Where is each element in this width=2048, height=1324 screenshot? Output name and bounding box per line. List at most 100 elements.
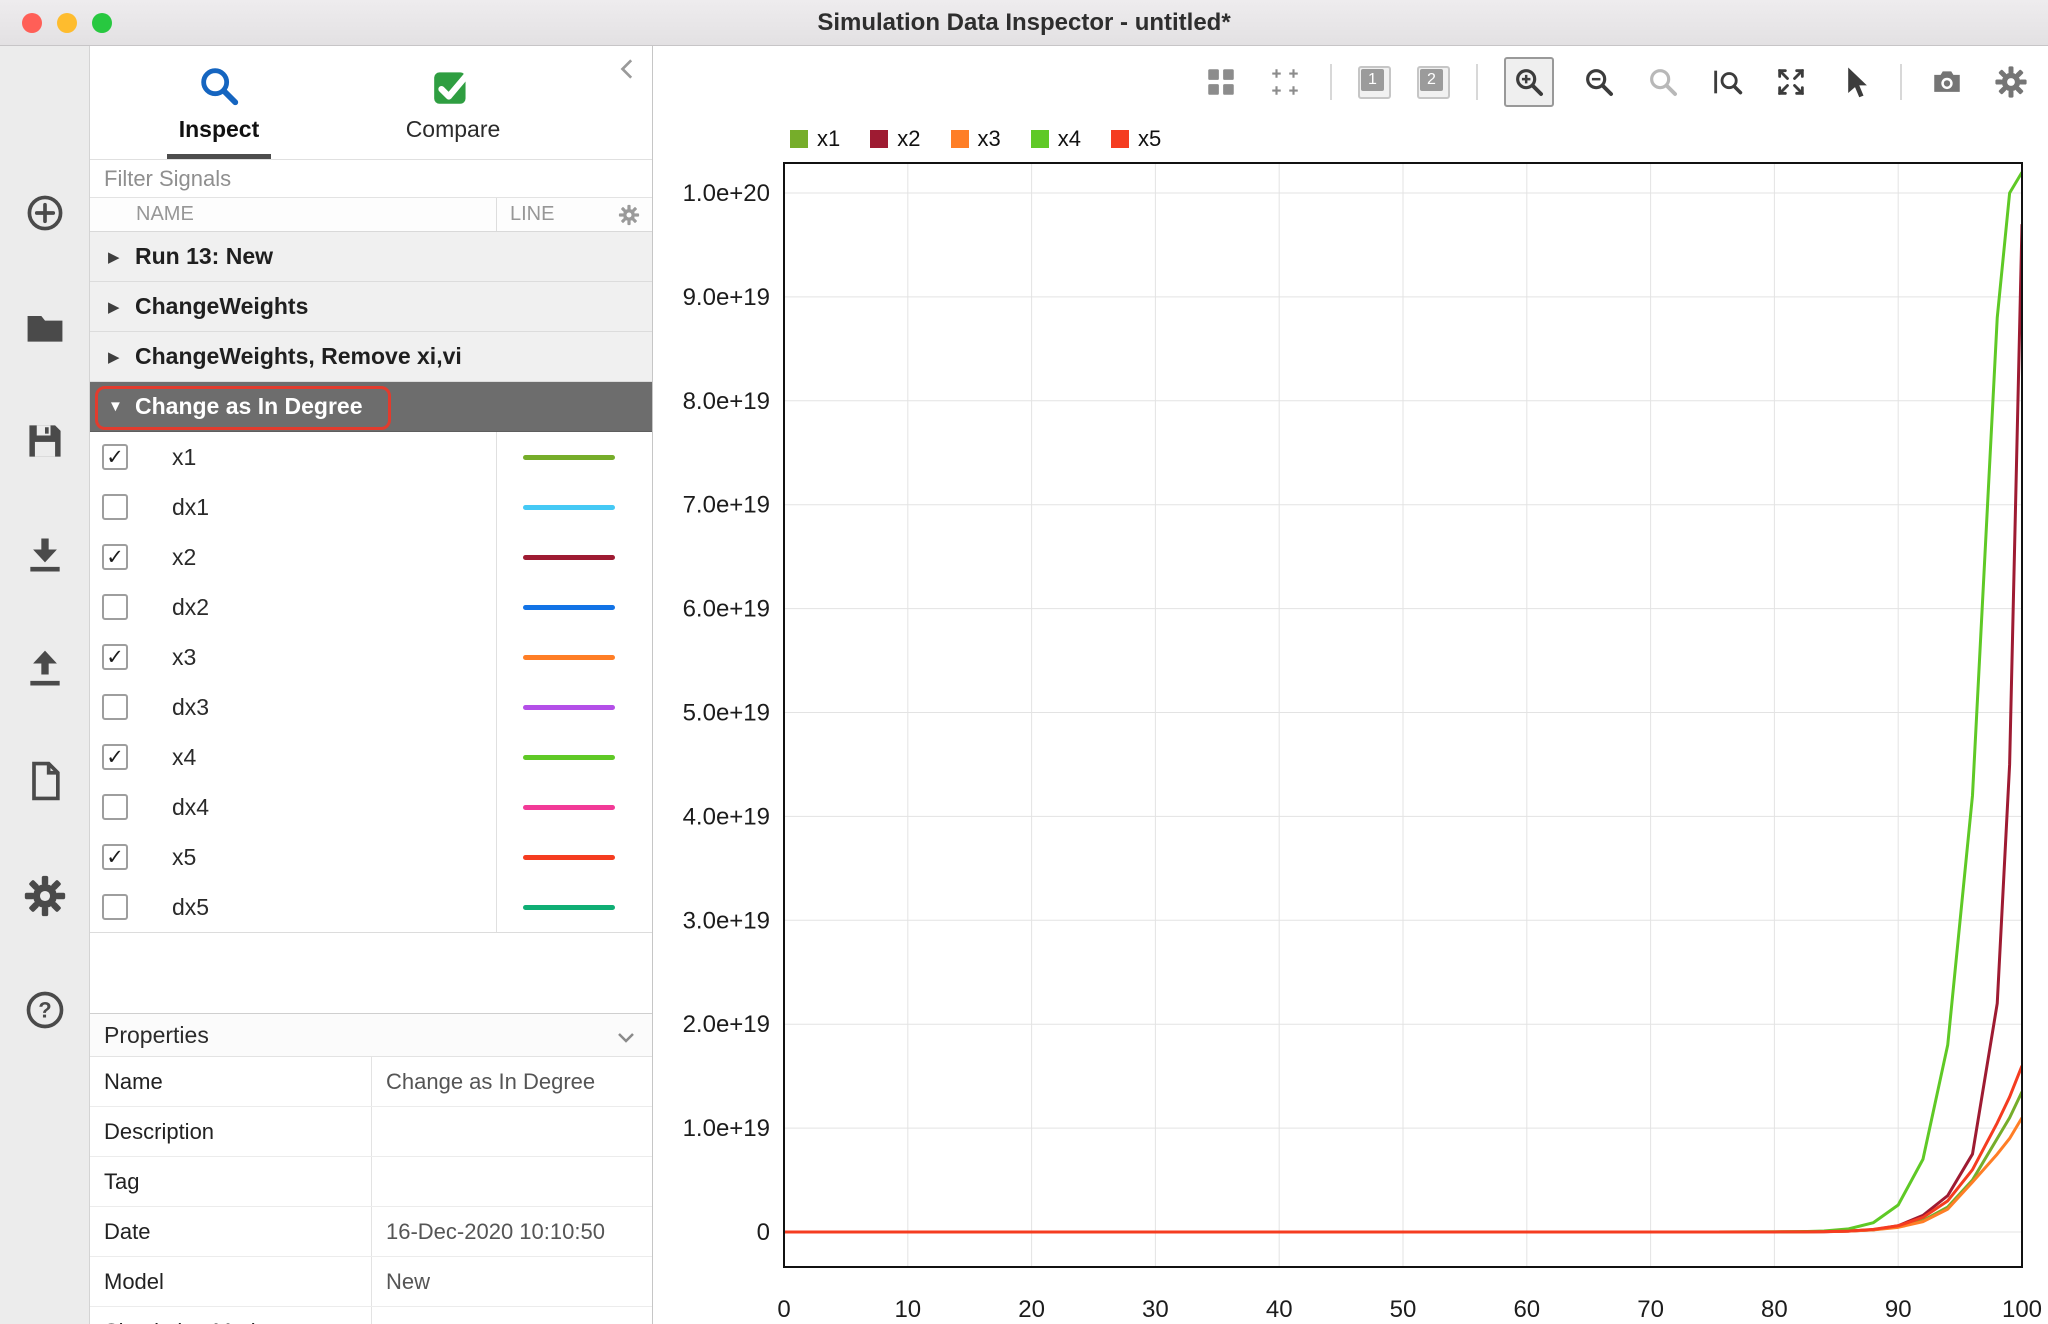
- view-1-button[interactable]: 1: [1358, 65, 1391, 99]
- help-button[interactable]: ?: [23, 988, 67, 1032]
- signal-row[interactable]: dx4: [90, 782, 652, 832]
- save-button[interactable]: [23, 419, 67, 463]
- pan-button[interactable]: [1644, 63, 1682, 101]
- signal-line-swatch[interactable]: [523, 554, 615, 560]
- collapse-sidebar-button[interactable]: [616, 56, 642, 82]
- filter-signals-input[interactable]: [90, 160, 652, 197]
- property-value[interactable]: [372, 1307, 652, 1324]
- zoom-in-magnifier-icon: [1516, 69, 1543, 96]
- open-button[interactable]: [23, 305, 67, 349]
- subplot-layout-button[interactable]: [1202, 63, 1240, 101]
- expander-collapsed-icon[interactable]: ▶: [108, 348, 124, 366]
- run-group-label: Run 13: New: [135, 243, 274, 269]
- signal-checkbox[interactable]: ✓: [102, 844, 128, 870]
- zoom-y-button[interactable]: [1708, 63, 1746, 101]
- property-value[interactable]: Change as In Degree: [372, 1057, 652, 1106]
- property-value[interactable]: [372, 1107, 652, 1156]
- signal-checkbox[interactable]: [102, 494, 128, 520]
- signal-row[interactable]: ✓ x2: [90, 532, 652, 582]
- signal-checkbox[interactable]: [102, 594, 128, 620]
- property-value[interactable]: New: [372, 1257, 652, 1306]
- signal-row[interactable]: ✓ x1: [90, 432, 652, 482]
- snapshot-button[interactable]: [1928, 63, 1966, 101]
- property-value[interactable]: [372, 1157, 652, 1206]
- minimize-button[interactable]: [57, 13, 77, 33]
- close-button[interactable]: [22, 13, 42, 33]
- preferences-button[interactable]: [23, 874, 67, 918]
- signal-line-column: [496, 532, 652, 582]
- expander-collapsed-icon[interactable]: ▶: [108, 298, 124, 316]
- custom-layout-button[interactable]: [1266, 63, 1304, 101]
- signal-checkbox[interactable]: [102, 794, 128, 820]
- grid-2x2-icon: [1208, 69, 1234, 95]
- run-group-row[interactable]: ▶ ChangeWeights: [90, 282, 652, 332]
- signal-row[interactable]: dx1: [90, 482, 652, 532]
- svg-text:7.0e+19: 7.0e+19: [683, 492, 770, 519]
- signal-line-swatch[interactable]: [523, 704, 615, 710]
- zoom-out-button[interactable]: [1580, 63, 1618, 101]
- signal-checkbox[interactable]: [102, 694, 128, 720]
- legend-item[interactable]: x3: [950, 126, 1001, 152]
- signal-line-swatch[interactable]: [523, 604, 615, 610]
- property-label: Tag: [90, 1157, 372, 1206]
- export-button[interactable]: [23, 647, 67, 691]
- legend-item[interactable]: x4: [1030, 126, 1081, 152]
- column-name-header[interactable]: NAME: [90, 203, 194, 226]
- signal-line-swatch[interactable]: [523, 654, 615, 660]
- plot-canvas[interactable]: 0 10 20 30 40 50 60 70 80 90 100 0 1.0e+19 2.0e+19 3.0…: [653, 46, 2048, 1324]
- add-run-button[interactable]: [23, 191, 67, 235]
- signal-row[interactable]: dx2: [90, 582, 652, 632]
- view-2-button[interactable]: 2: [1417, 65, 1450, 99]
- svg-text:70: 70: [1637, 1296, 1664, 1323]
- signal-row[interactable]: ✓ x3: [90, 632, 652, 682]
- property-value[interactable]: 16-Dec-2020 10:10:50: [372, 1207, 652, 1256]
- signal-row[interactable]: dx3: [90, 682, 652, 732]
- zoom-in-button[interactable]: [1510, 63, 1548, 101]
- properties-header[interactable]: Properties: [90, 1013, 652, 1057]
- svg-text:?: ?: [38, 997, 51, 1022]
- signal-line-swatch[interactable]: [523, 504, 615, 510]
- svg-text:90: 90: [1885, 1296, 1912, 1323]
- chevron-down-icon[interactable]: [614, 1025, 638, 1049]
- sparse-grid-icon: [1272, 69, 1298, 95]
- signal-line-swatch[interactable]: [523, 454, 615, 460]
- legend-item[interactable]: x2: [870, 126, 921, 152]
- signal-line-swatch[interactable]: [523, 904, 615, 910]
- expander-collapsed-icon[interactable]: ▶: [108, 248, 124, 266]
- signal-checkbox[interactable]: ✓: [102, 544, 128, 570]
- expander-expanded-icon[interactable]: ▼: [108, 398, 124, 415]
- run-group-row[interactable]: ▶ Run 13: New: [90, 232, 652, 282]
- signal-row[interactable]: dx5: [90, 882, 652, 932]
- signal-line-swatch[interactable]: [523, 804, 615, 810]
- signal-checkbox[interactable]: ✓: [102, 744, 128, 770]
- svg-text:9.0e+19: 9.0e+19: [683, 284, 770, 311]
- signal-line-swatch[interactable]: [523, 854, 615, 860]
- legend-color-swatch: [950, 130, 969, 148]
- tab-compare[interactable]: Compare: [348, 46, 558, 159]
- svg-text:10: 10: [894, 1296, 921, 1323]
- signal-checkbox[interactable]: ✓: [102, 444, 128, 470]
- property-label: Simulation Mode: [90, 1307, 372, 1324]
- legend-item[interactable]: x1: [790, 126, 840, 152]
- fit-to-view-button[interactable]: [1772, 63, 1810, 101]
- run-group-row[interactable]: ▶ ChangeWeights, Remove xi,vi: [90, 332, 652, 382]
- signal-line-swatch[interactable]: [523, 754, 615, 760]
- window-title: Simulation Data Inspector - untitled*: [817, 8, 1231, 36]
- import-button[interactable]: [23, 533, 67, 577]
- signal-checkbox[interactable]: [102, 894, 128, 920]
- signal-row[interactable]: ✓ x5: [90, 832, 652, 882]
- column-settings-gear-icon[interactable]: [618, 204, 640, 226]
- signal-checkbox[interactable]: ✓: [102, 644, 128, 670]
- legend-item[interactable]: x5: [1111, 126, 1161, 152]
- signal-row[interactable]: ✓ x4: [90, 732, 652, 782]
- run-group-row-expanded[interactable]: ▼ Change as In Degree: [90, 382, 652, 432]
- create-report-button[interactable]: [23, 759, 67, 803]
- pointer-button[interactable]: [1836, 63, 1874, 101]
- tab-inspect[interactable]: Inspect: [114, 46, 324, 159]
- zoom-axis-magnifier-icon: [1714, 70, 1743, 95]
- maximize-button[interactable]: [92, 13, 112, 33]
- svg-text:8.0e+19: 8.0e+19: [683, 388, 770, 415]
- svg-text:100: 100: [2002, 1296, 2042, 1323]
- plot-settings-button[interactable]: [1992, 63, 2030, 101]
- signal-line-column: [496, 832, 652, 882]
